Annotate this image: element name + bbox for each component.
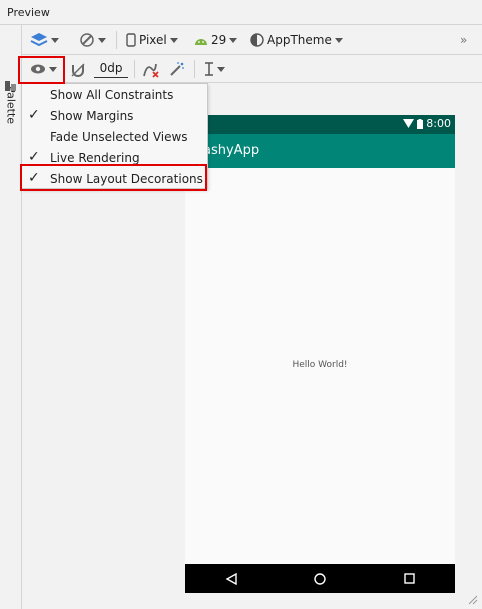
home-icon[interactable]: [314, 573, 326, 585]
api-level-label: 29: [211, 33, 227, 47]
preview-header: Preview: [0, 0, 482, 25]
menu-item-label: Live Rendering: [50, 150, 140, 165]
overflow-button[interactable]: »: [460, 29, 467, 51]
chevron-down-icon: [229, 37, 238, 43]
hello-world-text[interactable]: Hello World!: [185, 360, 455, 370]
default-margin-field[interactable]: 0dp: [94, 61, 128, 78]
design-surface-button[interactable]: [30, 29, 59, 51]
status-bar: 8:00: [185, 115, 455, 134]
palette-icon: [5, 81, 16, 91]
menu-item-fade-unselected-views[interactable]: Fade Unselected Views: [22, 126, 207, 147]
chevron-down-icon: [169, 37, 178, 43]
check-icon: ✓: [28, 107, 40, 123]
theme-icon: [250, 33, 264, 47]
align-button[interactable]: [204, 58, 225, 80]
default-margin-value: 0dp: [99, 61, 123, 75]
magic-wand-icon[interactable]: [168, 60, 186, 78]
navigation-bar: [185, 564, 455, 593]
layers-icon: [30, 33, 48, 47]
highlight-box-layout-decorations: [20, 164, 207, 191]
toolbar-primary: Pixel 29 AppTheme »: [22, 25, 482, 55]
check-icon: ✓: [28, 149, 40, 165]
chevron-down-icon: [334, 37, 343, 43]
recents-icon[interactable]: [404, 573, 415, 584]
orientation-button[interactable]: [79, 29, 106, 51]
toolbar-secondary: 0dp: [22, 55, 482, 83]
menu-item-show-all-constraints[interactable]: Show All Constraints: [22, 84, 207, 105]
palette-strip: Palette: [0, 25, 22, 609]
app-bar: ashyApp: [185, 134, 455, 168]
wifi-icon: [403, 119, 415, 128]
resize-grip-icon[interactable]: [468, 595, 478, 605]
phone-preview[interactable]: [185, 115, 455, 593]
highlight-box-view-options: [18, 56, 65, 84]
phone-icon: [126, 33, 136, 47]
menu-item-label: Fade Unselected Views: [50, 129, 188, 144]
chevron-down-icon: [51, 37, 59, 43]
device-selector[interactable]: Pixel: [126, 29, 178, 51]
status-time: 8:00: [426, 117, 451, 130]
menu-item-label: Show Margins: [50, 108, 134, 123]
battery-icon: [417, 118, 424, 129]
rotate-icon: [80, 33, 94, 47]
align-icon: [205, 62, 213, 76]
chevron-down-icon: [98, 37, 106, 43]
clear-constraints-icon[interactable]: [142, 61, 160, 78]
device-label: Pixel: [139, 33, 167, 47]
autoconnect-icon[interactable]: [70, 62, 86, 78]
theme-selector[interactable]: AppTheme: [250, 29, 343, 51]
menu-item-label: Show All Constraints: [50, 87, 174, 102]
android-icon: [195, 39, 207, 45]
chevron-down-icon: [217, 66, 225, 72]
menu-item-show-margins[interactable]: ✓ Show Margins: [22, 105, 207, 126]
back-icon[interactable]: [225, 573, 237, 585]
app-title: ashyApp: [203, 143, 260, 158]
palette-label: Palette: [4, 85, 18, 125]
api-level-selector[interactable]: 29: [194, 29, 238, 51]
preview-title: Preview: [7, 6, 50, 19]
theme-label: AppTheme: [267, 33, 332, 47]
